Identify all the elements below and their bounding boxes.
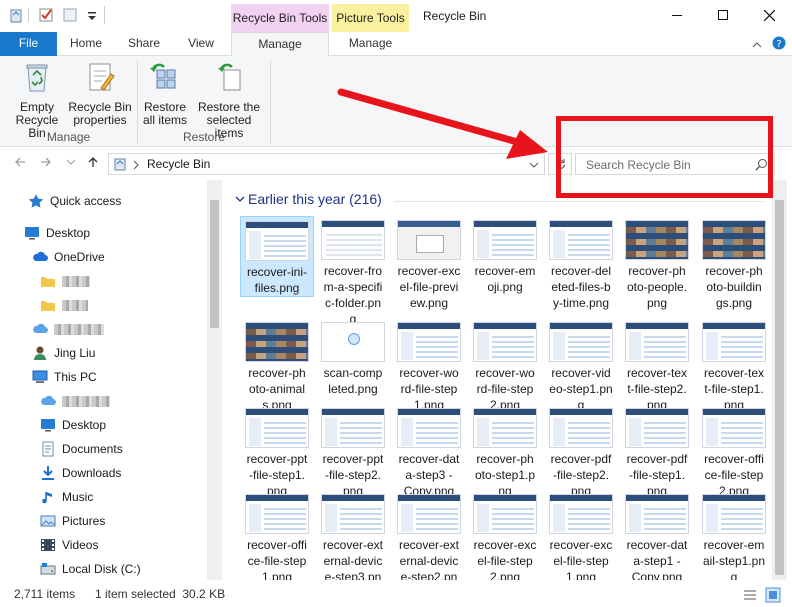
annotation-highlight-box [556, 116, 773, 198]
annotation-arrowhead-icon [506, 130, 548, 159]
annotation-overlay [337, 88, 548, 159]
annotation-arrow-shaft [337, 88, 532, 149]
